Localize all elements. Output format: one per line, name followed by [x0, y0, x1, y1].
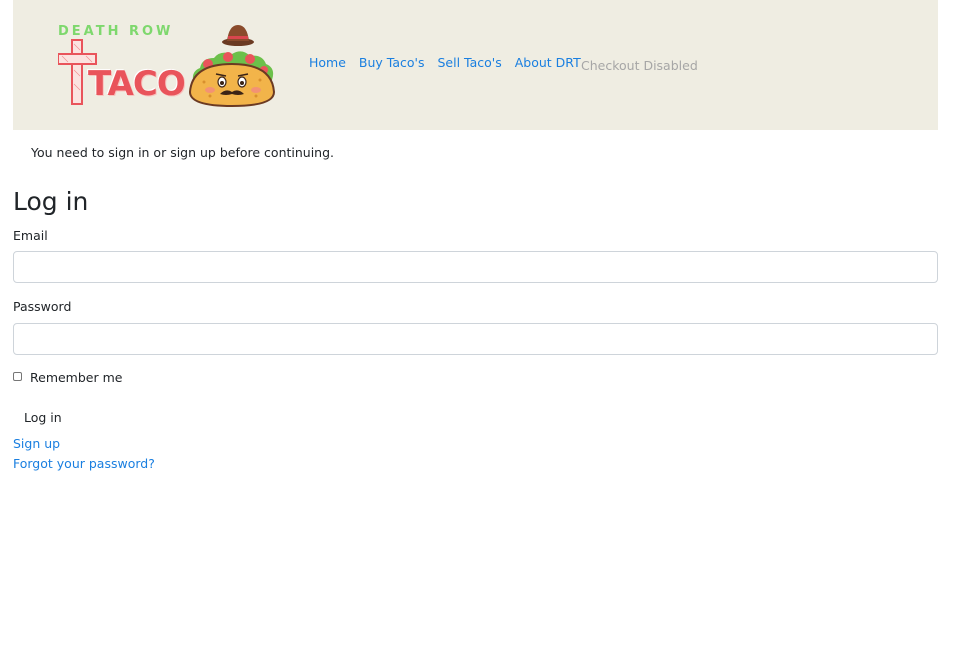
nav-links: Home Buy Taco's Sell Taco's About DRT [309, 52, 594, 72]
page: DEATH ROW TACO Home Buy Taco's Sell Taco… [0, 0, 970, 655]
email-field[interactable] [13, 251, 938, 283]
nav-link-buy-tacos[interactable]: Buy Taco's [359, 55, 425, 70]
forgot-password-link[interactable]: Forgot your password? [13, 456, 155, 471]
email-label: Email [13, 228, 48, 243]
brand-top-text: DEATH ROW [58, 24, 174, 39]
taco-mascot-icon [188, 25, 276, 108]
nav-checkout-disabled: Checkout Disabled [581, 58, 698, 73]
remember-me-row: Remember me [13, 370, 122, 385]
remember-me-checkbox[interactable] [13, 372, 22, 381]
password-field[interactable] [13, 323, 938, 355]
brand-logo[interactable]: DEATH ROW TACO [58, 20, 286, 110]
navbar: DEATH ROW TACO Home Buy Taco's Sell Taco… [13, 0, 938, 130]
remember-me-label[interactable]: Remember me [30, 370, 122, 385]
password-label: Password [13, 299, 72, 314]
login-submit-button[interactable]: Log in [13, 405, 73, 429]
page-title: Log in [13, 187, 89, 216]
nav-link-about-drt[interactable]: About DRT [515, 55, 581, 70]
sign-up-link[interactable]: Sign up [13, 436, 60, 451]
nav-link-home[interactable]: Home [309, 55, 346, 70]
flash-notice: You need to sign in or sign up before co… [31, 145, 335, 160]
brand-main-text: TACO [88, 64, 186, 104]
nav-link-sell-tacos[interactable]: Sell Taco's [438, 55, 502, 70]
